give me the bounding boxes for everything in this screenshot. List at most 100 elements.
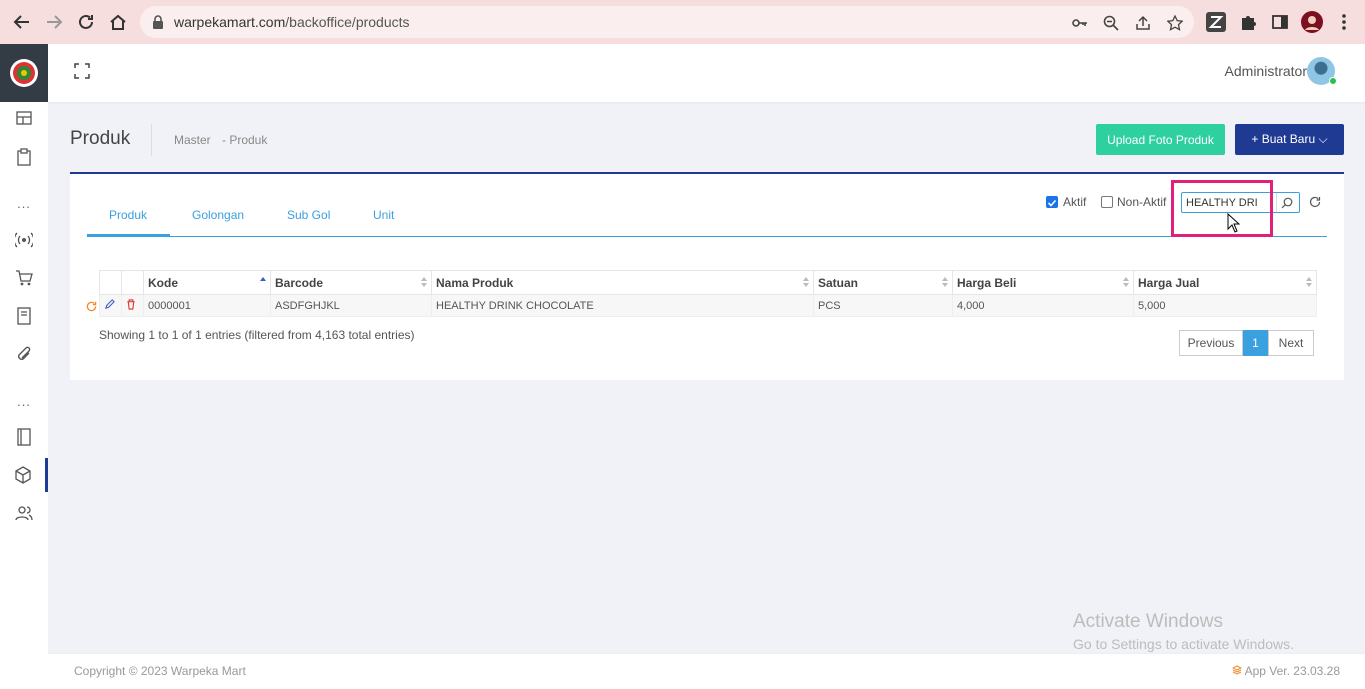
header-divider [151,124,152,156]
column-barcode-label: Barcode [275,275,324,290]
tab-sub-gol[interactable]: Sub Gol [287,208,330,222]
back-icon[interactable] [10,10,34,34]
sidebar-item-cart[interactable] [0,261,48,295]
sort-icon [421,277,427,289]
sort-icon [1123,277,1129,289]
clipboard-icon [17,148,31,166]
cell-harga-beli: 4,000 [952,294,1134,317]
puzzle-icon[interactable] [1236,10,1260,34]
users-icon [15,506,33,521]
sidebar-item-products[interactable] [0,458,48,492]
column-header-barcode[interactable]: Barcode [270,270,432,295]
browser-toolbar: warpekamart.com/backoffice/products [0,0,1365,44]
table-header-row: Kode Barcode Nama Produk Satuan Harga Be… [99,270,1317,295]
page-title: Produk [70,128,131,149]
sidebar-item-receipt[interactable] [0,299,48,333]
footer: Copyright © 2023 Warpeka Mart App Ver. 2… [48,653,1365,689]
column-header-harga-jual[interactable]: Harga Jual [1133,270,1317,295]
cell-satuan: PCS [813,294,953,317]
search-icon[interactable] [1280,196,1294,210]
sidebar-item-users[interactable] [0,496,48,530]
sidebar-item-clipboard[interactable] [0,140,48,174]
column-kode-label: Kode [148,275,178,290]
sidepanel-icon[interactable] [1268,10,1292,34]
box-icon [14,466,31,484]
column-nama-produk-label: Nama Produk [436,275,514,290]
create-new-button[interactable]: + Buat Baru ⌵ [1235,124,1344,155]
cell-harga-jual: 5,000 [1133,294,1317,317]
column-header-satuan[interactable]: Satuan [813,270,953,295]
edit-icon[interactable] [104,298,115,313]
broadcast-icon [15,232,33,248]
nonaktif-checkbox[interactable] [1101,196,1113,208]
breadcrumb-produk: - Produk [222,133,268,147]
menu-dots-icon[interactable] [1332,10,1356,34]
notebook-icon [17,428,31,446]
search-highlight-box [1171,180,1273,237]
online-status-dot [1329,77,1337,85]
products-card: Produk Golongan Sub Gol Unit Aktif Non-A… [70,172,1344,380]
paperclip-icon [18,346,31,360]
mouse-cursor-icon [1227,212,1241,238]
column-header-kode[interactable]: Kode [143,270,271,295]
table-row[interactable]: 0000001 ASDFGHJKL HEALTHY DRINK CHOCOLAT… [99,294,1317,317]
tab-produk[interactable]: Produk [109,208,147,222]
copyright-text: Copyright © 2023 Warpeka Mart [74,664,246,678]
column-header-edit [99,270,122,295]
extension-z-icon[interactable] [1204,10,1228,34]
reload-icon[interactable] [74,10,98,34]
pagination-page-1[interactable]: 1 [1243,330,1268,356]
windows-activation-title: Activate Windows [1073,611,1223,632]
user-name[interactable]: Administrator [1225,63,1307,79]
chevron-down-icon: ⌵ [1318,132,1328,146]
topbar: Administrator [48,44,1365,102]
cell-barcode: ASDFGHJKL [270,294,432,317]
table-info: Showing 1 to 1 of 1 entries (filtered fr… [99,328,415,342]
cell-nama-produk: HEALTHY DRINK CHOCOLATE [431,294,814,317]
bookmark-star-icon[interactable] [1166,14,1184,32]
nonaktif-label[interactable]: Non-Aktif [1117,195,1166,209]
app-logo[interactable] [0,44,48,102]
sidebar: ... ... [0,44,48,689]
sidebar-group-dots-2: ... [17,394,31,409]
sidebar-item-notebook[interactable] [0,420,48,454]
key-icon[interactable] [1071,14,1089,32]
cart-icon [16,270,33,286]
receipt-icon [17,307,31,325]
tabs-underline [87,236,1327,237]
row-refresh-icon[interactable] [86,299,97,317]
lock-icon [152,15,164,34]
column-header-nama-produk[interactable]: Nama Produk [431,270,814,295]
refresh-icon[interactable] [1309,195,1321,213]
products-table: Kode Barcode Nama Produk Satuan Harga Be… [99,270,1317,317]
row-delete-cell [121,294,144,317]
sidebar-item-dashboard[interactable] [0,101,48,135]
delete-icon[interactable] [126,298,136,313]
create-new-label: + Buat Baru [1251,132,1316,146]
url-text: warpekamart.com/backoffice/products [174,14,410,30]
breadcrumb-master[interactable]: Master [174,133,211,147]
zoom-icon[interactable] [1102,14,1120,32]
profile-avatar-icon[interactable] [1300,10,1324,34]
address-bar[interactable]: warpekamart.com/backoffice/products [140,6,1194,38]
column-header-harga-beli[interactable]: Harga Beli [952,270,1134,295]
home-icon[interactable] [106,10,130,34]
sidebar-item-attachment[interactable] [0,337,48,371]
pagination-next[interactable]: Next [1268,330,1314,356]
share-icon[interactable] [1134,14,1152,32]
tab-unit[interactable]: Unit [373,208,394,222]
url-path: /backoffice/products [285,14,410,30]
row-edit-cell [99,294,122,317]
pagination-previous[interactable]: Previous [1179,330,1243,356]
upload-photo-button[interactable]: Upload Foto Produk [1096,124,1225,155]
dashboard-icon [16,111,32,125]
column-harga-jual-label: Harga Jual [1138,275,1200,290]
forward-icon[interactable] [42,10,66,34]
sidebar-item-broadcast[interactable] [0,223,48,257]
aktif-label[interactable]: Aktif [1063,195,1086,209]
column-satuan-label: Satuan [818,275,859,290]
aktif-checkbox[interactable] [1046,196,1058,208]
fullscreen-icon[interactable] [74,63,90,84]
tab-golongan[interactable]: Golongan [192,208,244,222]
windows-activation-text: Go to Settings to activate Windows. [1073,636,1294,652]
